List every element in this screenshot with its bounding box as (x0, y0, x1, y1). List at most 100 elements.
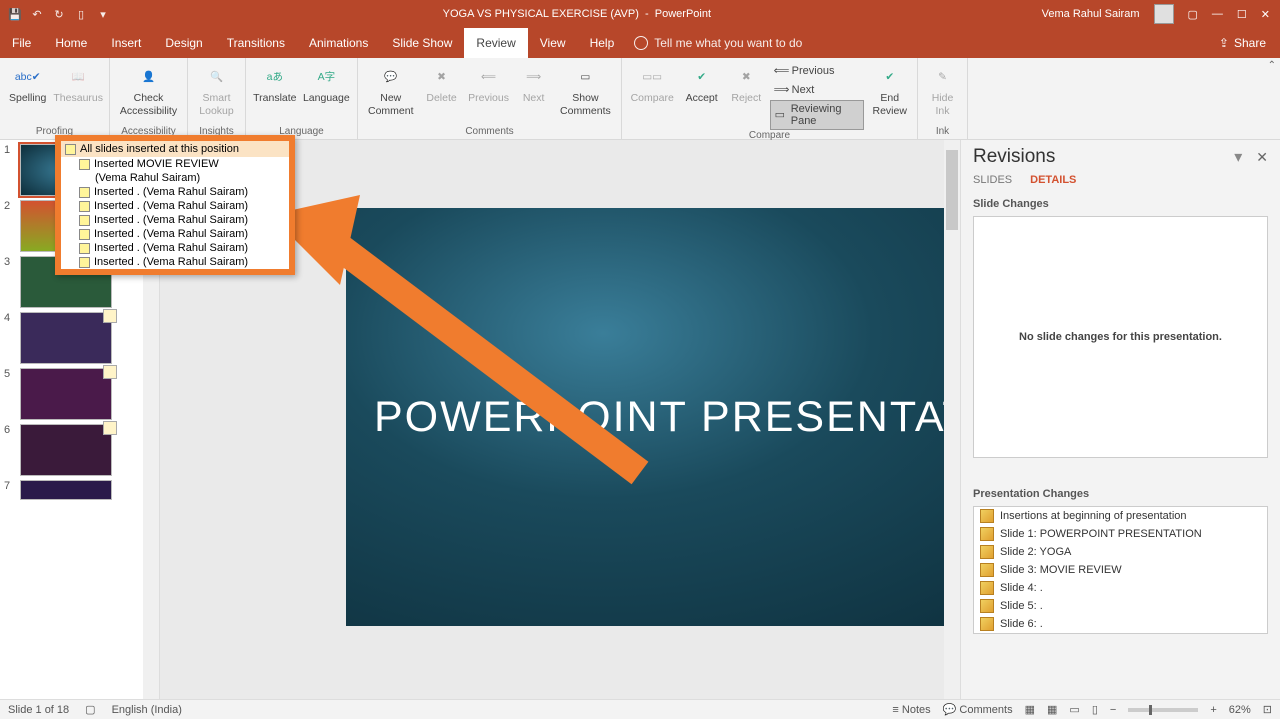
close-icon[interactable]: ✕ (1261, 8, 1270, 21)
tab-view[interactable]: View (528, 28, 578, 58)
zoom-in-icon[interactable]: + (1210, 704, 1216, 716)
status-bar: Slide 1 of 18 ▢ English (India) ≡ Notes … (0, 699, 1280, 719)
checkbox-icon[interactable] (79, 187, 90, 198)
revision-row[interactable]: Inserted . (Vema Rahul Sairam) (61, 185, 289, 199)
checkbox-icon[interactable] (79, 159, 90, 170)
reviewing-pane-button[interactable]: ▭Reviewing Pane (770, 100, 865, 130)
new-comment-button[interactable]: 💬New Comment (364, 60, 418, 117)
checkbox-icon[interactable] (79, 215, 90, 226)
revision-row[interactable]: Inserted . (Vema Rahul Sairam) (61, 213, 289, 227)
qat-dropdown-icon[interactable]: ▾ (94, 5, 112, 23)
zoom-slider[interactable] (1128, 708, 1198, 712)
thesaurus-button[interactable]: 📖Thesaurus (53, 60, 103, 105)
slide-sorter-icon[interactable]: ▦ (1047, 703, 1057, 716)
undo-icon[interactable]: ↶ (28, 5, 46, 23)
checkbox-icon[interactable] (79, 257, 90, 268)
previous-comment-button[interactable]: ⟸Previous (466, 60, 512, 105)
minimize-icon[interactable]: — (1212, 8, 1223, 20)
reading-view-icon[interactable]: ▭ (1069, 703, 1079, 716)
tab-animations[interactable]: Animations (297, 28, 380, 58)
tell-me[interactable]: Tell me what you want to do (634, 28, 802, 58)
tab-transitions[interactable]: Transitions (215, 28, 297, 58)
checkbox-icon[interactable] (65, 144, 76, 155)
revision-row[interactable]: Inserted . (Vema Rahul Sairam) (61, 241, 289, 255)
share-button[interactable]: ⇪Share (1205, 28, 1280, 58)
previous-icon: ⟸ (774, 64, 788, 78)
save-icon[interactable]: 💾 (6, 5, 24, 23)
change-item[interactable]: Slide 4: . (974, 579, 1267, 597)
checkbox-icon[interactable] (79, 229, 90, 240)
avatar[interactable] (1154, 4, 1174, 24)
zoom-out-icon[interactable]: − (1110, 704, 1116, 716)
tab-help[interactable]: Help (578, 28, 627, 58)
change-item[interactable]: Slide 2: YOGA (974, 543, 1267, 561)
change-item[interactable]: Slide 5: . (974, 597, 1267, 615)
revisions-title: Revisions (973, 146, 1234, 168)
spelling-icon: abc✔ (15, 64, 41, 90)
revisions-tab-details[interactable]: DETAILS (1030, 174, 1076, 186)
hide-ink-button[interactable]: ✎Hide Ink (924, 60, 961, 117)
checkbox-icon[interactable] (79, 201, 90, 212)
tab-insert[interactable]: Insert (99, 28, 153, 58)
slide-thumbnail[interactable] (20, 312, 112, 364)
accept-button[interactable]: ✔Accept (680, 60, 723, 105)
tab-file[interactable]: File (0, 28, 43, 58)
end-review-button[interactable]: ✔End Review (868, 60, 911, 117)
change-item[interactable]: Slide 3: MOVIE REVIEW (974, 561, 1267, 579)
user-name[interactable]: Vema Rahul Sairam (1042, 8, 1140, 20)
delete-comment-button[interactable]: ✖Delete (422, 60, 462, 105)
next-comment-button[interactable]: ⟹Next (515, 60, 551, 105)
change-icon (980, 527, 994, 541)
new-comment-icon: 💬 (378, 64, 404, 90)
language-button[interactable]: A字Language (302, 60, 351, 105)
change-item[interactable]: Insertions at beginning of presentation (974, 507, 1267, 525)
change-item[interactable]: Slide 6: . (974, 615, 1267, 633)
notes-button[interactable]: ≡ Notes (892, 704, 930, 716)
revision-row[interactable]: Inserted . (Vema Rahul Sairam) (61, 227, 289, 241)
slide-counter[interactable]: Slide 1 of 18 (8, 704, 69, 716)
slide-thumbnail[interactable] (20, 480, 112, 500)
maximize-icon[interactable]: ☐ (1237, 8, 1247, 21)
ribbon: abc✔Spelling 📖Thesaurus Proofing 👤Check … (0, 58, 1280, 140)
show-comments-button[interactable]: ▭Show Comments (556, 60, 615, 117)
revision-row[interactable]: Inserted . (Vema Rahul Sairam) (61, 199, 289, 213)
slideshow-view-icon[interactable]: ▯ (1092, 703, 1098, 716)
tab-home[interactable]: Home (43, 28, 99, 58)
check-accessibility-button[interactable]: 👤Check Accessibility (116, 60, 181, 117)
tab-design[interactable]: Design (153, 28, 214, 58)
translate-button[interactable]: aあTranslate (252, 60, 298, 105)
stage-scrollbar[interactable] (944, 140, 960, 699)
language-status[interactable]: English (India) (112, 704, 182, 716)
revision-details-popup: All slides inserted at this position Ins… (55, 135, 295, 275)
slide-thumbnail[interactable] (20, 424, 112, 476)
spell-check-icon[interactable]: ▢ (85, 703, 95, 716)
close-panel-icon[interactable]: ✕ (1256, 149, 1268, 166)
reject-button[interactable]: ✖Reject (727, 60, 766, 105)
popup-header[interactable]: All slides inserted at this position (61, 141, 289, 157)
redo-icon[interactable]: ↻ (50, 5, 68, 23)
fit-to-window-icon[interactable]: ⊡ (1263, 703, 1272, 716)
start-from-beginning-icon[interactable]: ▯ (72, 5, 90, 23)
compare-button[interactable]: ▭▭Compare (628, 60, 676, 105)
collapse-ribbon-icon[interactable]: ⌃ (1268, 60, 1276, 71)
revision-row[interactable]: Inserted . (Vema Rahul Sairam) (61, 255, 289, 269)
tab-slideshow[interactable]: Slide Show (380, 28, 464, 58)
revision-row[interactable]: Inserted MOVIE REVIEW (61, 157, 289, 171)
revisions-tab-slides[interactable]: SLIDES (973, 174, 1012, 186)
compare-previous-button[interactable]: ⟸Previous (770, 62, 865, 80)
ribbon-display-icon[interactable]: ▢ (1188, 8, 1198, 21)
smart-lookup-button[interactable]: 🔍Smart Lookup (194, 60, 239, 117)
compare-next-button[interactable]: ⟹Next (770, 81, 865, 99)
comments-button[interactable]: 💬 Comments (943, 703, 1013, 716)
panel-options-icon[interactable]: ▾ (1234, 147, 1242, 167)
slide-thumbnail[interactable] (20, 368, 112, 420)
spelling-button[interactable]: abc✔Spelling (6, 60, 49, 105)
annotation-arrow (270, 195, 670, 495)
thesaurus-icon: 📖 (65, 64, 91, 90)
no-changes-message: No slide changes for this presentation. (973, 216, 1268, 458)
tab-review[interactable]: Review (464, 28, 527, 58)
checkbox-icon[interactable] (79, 243, 90, 254)
change-item[interactable]: Slide 1: POWERPOINT PRESENTATION (974, 525, 1267, 543)
normal-view-icon[interactable]: ▦ (1025, 703, 1035, 716)
zoom-level[interactable]: 62% (1229, 704, 1251, 716)
